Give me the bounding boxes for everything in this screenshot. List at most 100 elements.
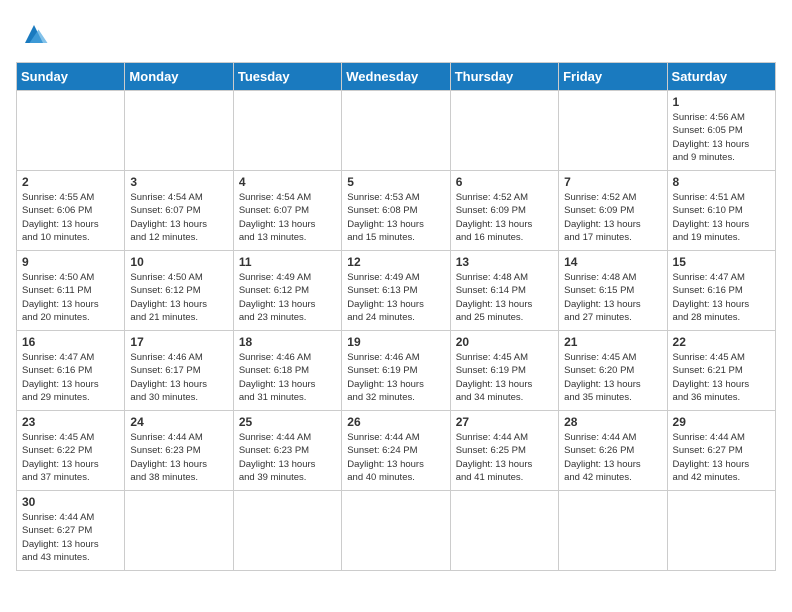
day-number: 1 bbox=[673, 95, 770, 109]
calendar-cell: 18Sunrise: 4:46 AM Sunset: 6:18 PM Dayli… bbox=[233, 331, 341, 411]
day-number: 3 bbox=[130, 175, 227, 189]
logo bbox=[16, 16, 56, 52]
day-info: Sunrise: 4:44 AM Sunset: 6:23 PM Dayligh… bbox=[130, 431, 227, 484]
calendar-cell: 3 Sunrise: 4:54 AM Sunset: 6:07 PM Daylig… bbox=[125, 171, 233, 251]
day-of-week-header: Friday bbox=[559, 63, 667, 91]
calendar-cell: 12 Sunrise: 4:49 AM Sunset: 6:13 PM Dayli… bbox=[342, 251, 450, 331]
calendar-cell bbox=[559, 91, 667, 171]
calendar-week-row: 23 Sunrise: 4:45 AM Sunset: 6:22 PM Dayli… bbox=[17, 411, 776, 491]
calendar-cell bbox=[125, 91, 233, 171]
day-number: 28 bbox=[564, 415, 661, 429]
day-number: 7 bbox=[564, 175, 661, 189]
calendar-cell bbox=[559, 491, 667, 571]
day-number: 9 bbox=[22, 255, 119, 269]
day-number: 11 bbox=[239, 255, 336, 269]
calendar-cell: 2 Sunrise: 4:55 AM Sunset: 6:06 PM Daylig… bbox=[17, 171, 125, 251]
day-info: Sunrise: 4:44 AM Sunset: 6:24 PM Dayligh… bbox=[347, 431, 444, 484]
day-number: 4 bbox=[239, 175, 336, 189]
day-of-week-header: Sunday bbox=[17, 63, 125, 91]
day-info: Sunrise: 4:52 AM Sunset: 6:09 PM Dayligh… bbox=[456, 191, 553, 244]
calendar-cell bbox=[233, 91, 341, 171]
day-info: Sunrise: 4:50 AM Sunset: 6:12 PM Dayligh… bbox=[130, 271, 227, 324]
day-info: Sunrise: 4:56 AM Sunset: 6:05 PM Dayligh… bbox=[673, 111, 770, 164]
calendar-cell bbox=[342, 491, 450, 571]
calendar-cell: 9 Sunrise: 4:50 AM Sunset: 6:11 PM Daylig… bbox=[17, 251, 125, 331]
day-info: Sunrise: 4:49 AM Sunset: 6:13 PM Dayligh… bbox=[347, 271, 444, 324]
day-info: Sunrise: 4:49 AM Sunset: 6:12 PM Dayligh… bbox=[239, 271, 336, 324]
day-info: Sunrise: 4:45 AM Sunset: 6:20 PM Dayligh… bbox=[564, 351, 661, 404]
calendar-cell: 11 Sunrise: 4:49 AM Sunset: 6:12 PM Dayli… bbox=[233, 251, 341, 331]
day-number: 23 bbox=[22, 415, 119, 429]
calendar-cell bbox=[125, 491, 233, 571]
day-of-week-header: Monday bbox=[125, 63, 233, 91]
calendar-cell: 29 Sunrise: 4:44 AM Sunset: 6:27 PM Dayli… bbox=[667, 411, 775, 491]
calendar-cell: 19 Sunrise: 4:46 AM Sunset: 6:19 PM Dayli… bbox=[342, 331, 450, 411]
calendar-cell: 6 Sunrise: 4:52 AM Sunset: 6:09 PM Daylig… bbox=[450, 171, 558, 251]
calendar-cell: 27 Sunrise: 4:44 AM Sunset: 6:25 PM Dayli… bbox=[450, 411, 558, 491]
calendar-cell: 4 Sunrise: 4:54 AM Sunset: 6:07 PM Daylig… bbox=[233, 171, 341, 251]
calendar-week-row: 2 Sunrise: 4:55 AM Sunset: 6:06 PM Daylig… bbox=[17, 171, 776, 251]
page-header bbox=[16, 16, 776, 52]
calendar-table: SundayMondayTuesdayWednesdayThursdayFrid… bbox=[16, 62, 776, 571]
calendar-week-row: 9 Sunrise: 4:50 AM Sunset: 6:11 PM Daylig… bbox=[17, 251, 776, 331]
calendar-week-row: 16 Sunrise: 4:47 AM Sunset: 6:16 PM Dayli… bbox=[17, 331, 776, 411]
day-number: 12 bbox=[347, 255, 444, 269]
day-number: 2 bbox=[22, 175, 119, 189]
day-number: 8 bbox=[673, 175, 770, 189]
day-number: 24 bbox=[130, 415, 227, 429]
day-info: Sunrise: 4:55 AM Sunset: 6:06 PM Dayligh… bbox=[22, 191, 119, 244]
calendar-cell: 20 Sunrise: 4:45 AM Sunset: 6:19 PM Dayli… bbox=[450, 331, 558, 411]
calendar-cell bbox=[17, 91, 125, 171]
calendar-cell: 7 Sunrise: 4:52 AM Sunset: 6:09 PM Daylig… bbox=[559, 171, 667, 251]
day-info: Sunrise: 4:50 AM Sunset: 6:11 PM Dayligh… bbox=[22, 271, 119, 324]
calendar-cell: 25Sunrise: 4:44 AM Sunset: 6:23 PM Dayli… bbox=[233, 411, 341, 491]
day-info: Sunrise: 4:44 AM Sunset: 6:27 PM Dayligh… bbox=[673, 431, 770, 484]
day-info: Sunrise: 4:47 AM Sunset: 6:16 PM Dayligh… bbox=[673, 271, 770, 324]
day-info: Sunrise: 4:45 AM Sunset: 6:22 PM Dayligh… bbox=[22, 431, 119, 484]
calendar-cell: 13Sunrise: 4:48 AM Sunset: 6:14 PM Dayli… bbox=[450, 251, 558, 331]
day-number: 20 bbox=[456, 335, 553, 349]
day-number: 29 bbox=[673, 415, 770, 429]
day-number: 27 bbox=[456, 415, 553, 429]
day-number: 15 bbox=[673, 255, 770, 269]
calendar-cell: 30 Sunrise: 4:44 AM Sunset: 6:27 PM Dayli… bbox=[17, 491, 125, 571]
day-of-week-header: Thursday bbox=[450, 63, 558, 91]
day-number: 13 bbox=[456, 255, 553, 269]
day-info: Sunrise: 4:44 AM Sunset: 6:25 PM Dayligh… bbox=[456, 431, 553, 484]
day-info: Sunrise: 4:45 AM Sunset: 6:19 PM Dayligh… bbox=[456, 351, 553, 404]
day-info: Sunrise: 4:54 AM Sunset: 6:07 PM Dayligh… bbox=[239, 191, 336, 244]
calendar-cell bbox=[667, 491, 775, 571]
day-number: 19 bbox=[347, 335, 444, 349]
calendar-week-row: 30 Sunrise: 4:44 AM Sunset: 6:27 PM Dayli… bbox=[17, 491, 776, 571]
day-of-week-header: Wednesday bbox=[342, 63, 450, 91]
calendar-cell bbox=[233, 491, 341, 571]
day-info: Sunrise: 4:46 AM Sunset: 6:17 PM Dayligh… bbox=[130, 351, 227, 404]
day-number: 16 bbox=[22, 335, 119, 349]
day-info: Sunrise: 4:53 AM Sunset: 6:08 PM Dayligh… bbox=[347, 191, 444, 244]
day-number: 14 bbox=[564, 255, 661, 269]
day-number: 30 bbox=[22, 495, 119, 509]
day-info: Sunrise: 4:51 AM Sunset: 6:10 PM Dayligh… bbox=[673, 191, 770, 244]
day-info: Sunrise: 4:46 AM Sunset: 6:19 PM Dayligh… bbox=[347, 351, 444, 404]
day-info: Sunrise: 4:47 AM Sunset: 6:16 PM Dayligh… bbox=[22, 351, 119, 404]
calendar-cell: 22Sunrise: 4:45 AM Sunset: 6:21 PM Dayli… bbox=[667, 331, 775, 411]
day-info: Sunrise: 4:48 AM Sunset: 6:15 PM Dayligh… bbox=[564, 271, 661, 324]
day-number: 17 bbox=[130, 335, 227, 349]
day-number: 6 bbox=[456, 175, 553, 189]
calendar-cell: 17 Sunrise: 4:46 AM Sunset: 6:17 PM Dayli… bbox=[125, 331, 233, 411]
day-number: 26 bbox=[347, 415, 444, 429]
calendar-cell: 10 Sunrise: 4:50 AM Sunset: 6:12 PM Dayli… bbox=[125, 251, 233, 331]
day-info: Sunrise: 4:45 AM Sunset: 6:21 PM Dayligh… bbox=[673, 351, 770, 404]
day-info: Sunrise: 4:44 AM Sunset: 6:27 PM Dayligh… bbox=[22, 511, 119, 564]
logo-icon bbox=[16, 16, 52, 52]
day-info: Sunrise: 4:44 AM Sunset: 6:26 PM Dayligh… bbox=[564, 431, 661, 484]
day-info: Sunrise: 4:52 AM Sunset: 6:09 PM Dayligh… bbox=[564, 191, 661, 244]
day-number: 18 bbox=[239, 335, 336, 349]
day-of-week-header: Saturday bbox=[667, 63, 775, 91]
day-number: 10 bbox=[130, 255, 227, 269]
calendar-cell: 14 Sunrise: 4:48 AM Sunset: 6:15 PM Dayli… bbox=[559, 251, 667, 331]
calendar-cell: 24 Sunrise: 4:44 AM Sunset: 6:23 PM Dayli… bbox=[125, 411, 233, 491]
calendar-cell bbox=[450, 91, 558, 171]
calendar-cell bbox=[342, 91, 450, 171]
day-info: Sunrise: 4:54 AM Sunset: 6:07 PM Dayligh… bbox=[130, 191, 227, 244]
